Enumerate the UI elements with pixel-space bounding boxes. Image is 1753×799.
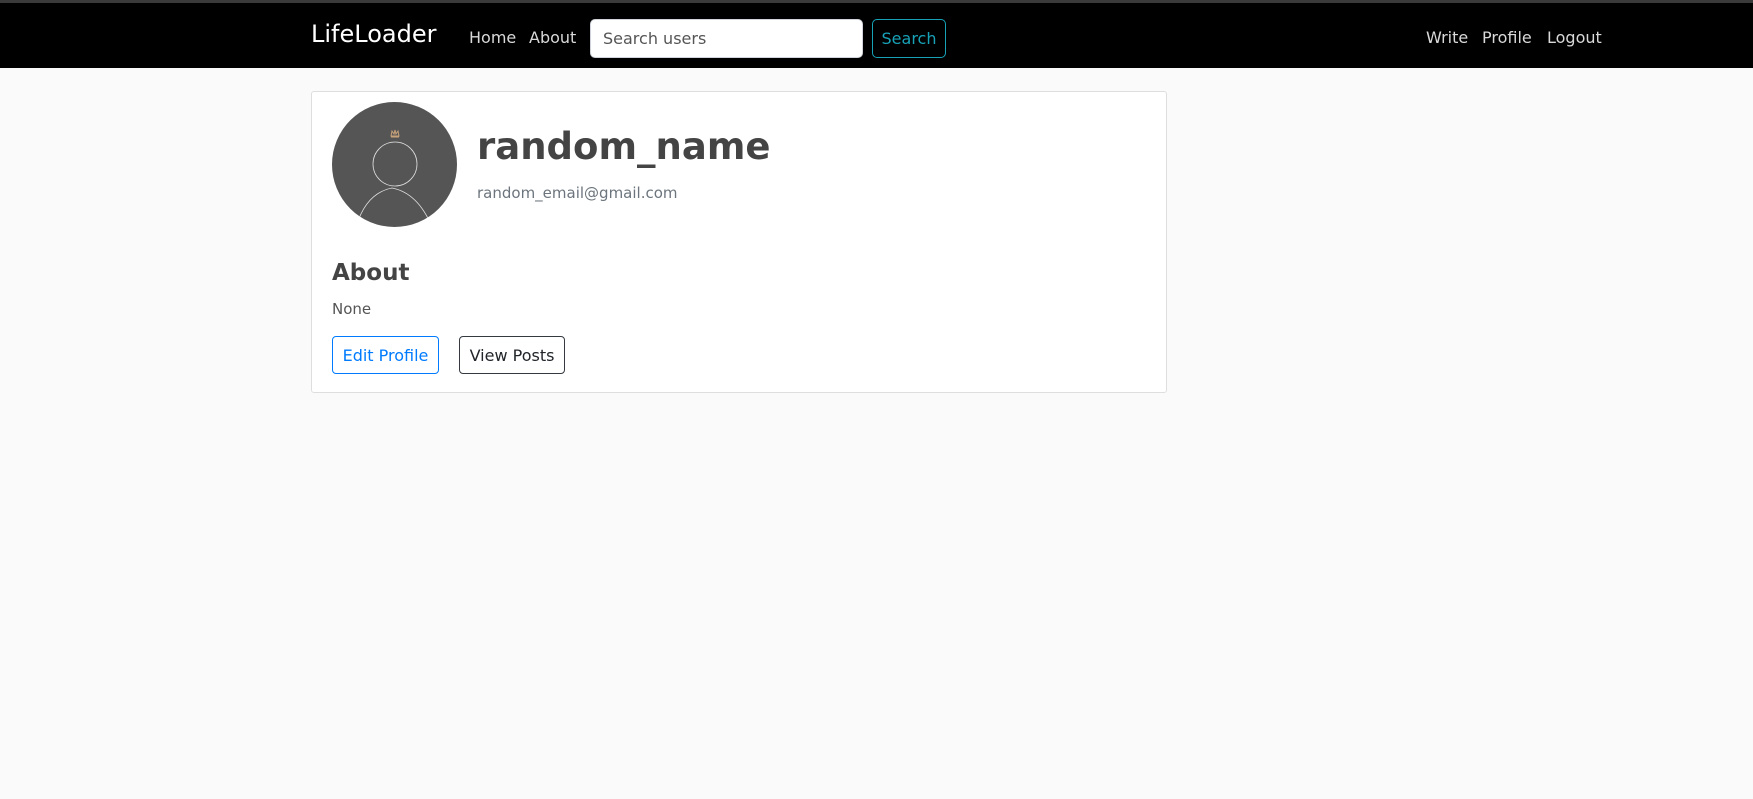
nav-profile-link[interactable]: Profile (1482, 28, 1532, 47)
edit-profile-button[interactable]: Edit Profile (332, 336, 439, 374)
nav-home-link[interactable]: Home (469, 28, 516, 47)
nav-write-link[interactable]: Write (1426, 28, 1468, 47)
avatar (332, 102, 457, 227)
search-button[interactable]: Search (872, 19, 946, 58)
nav-logout-link[interactable]: Logout (1547, 28, 1602, 47)
brand-logo-link[interactable]: LifeLoader (311, 20, 436, 48)
default-user-icon (355, 129, 433, 227)
nav-about-link[interactable]: About (529, 28, 576, 47)
about-text: None (332, 300, 372, 318)
profile-card: random_name random_email@gmail.com About… (311, 91, 1167, 393)
about-heading: About (332, 260, 410, 286)
profile-username: random_name (477, 125, 771, 168)
view-posts-button[interactable]: View Posts (459, 336, 565, 374)
profile-email: random_email@gmail.com (477, 184, 678, 202)
navbar: LifeLoader Home About Search Write Profi… (0, 0, 1753, 68)
search-input[interactable] (590, 19, 863, 58)
